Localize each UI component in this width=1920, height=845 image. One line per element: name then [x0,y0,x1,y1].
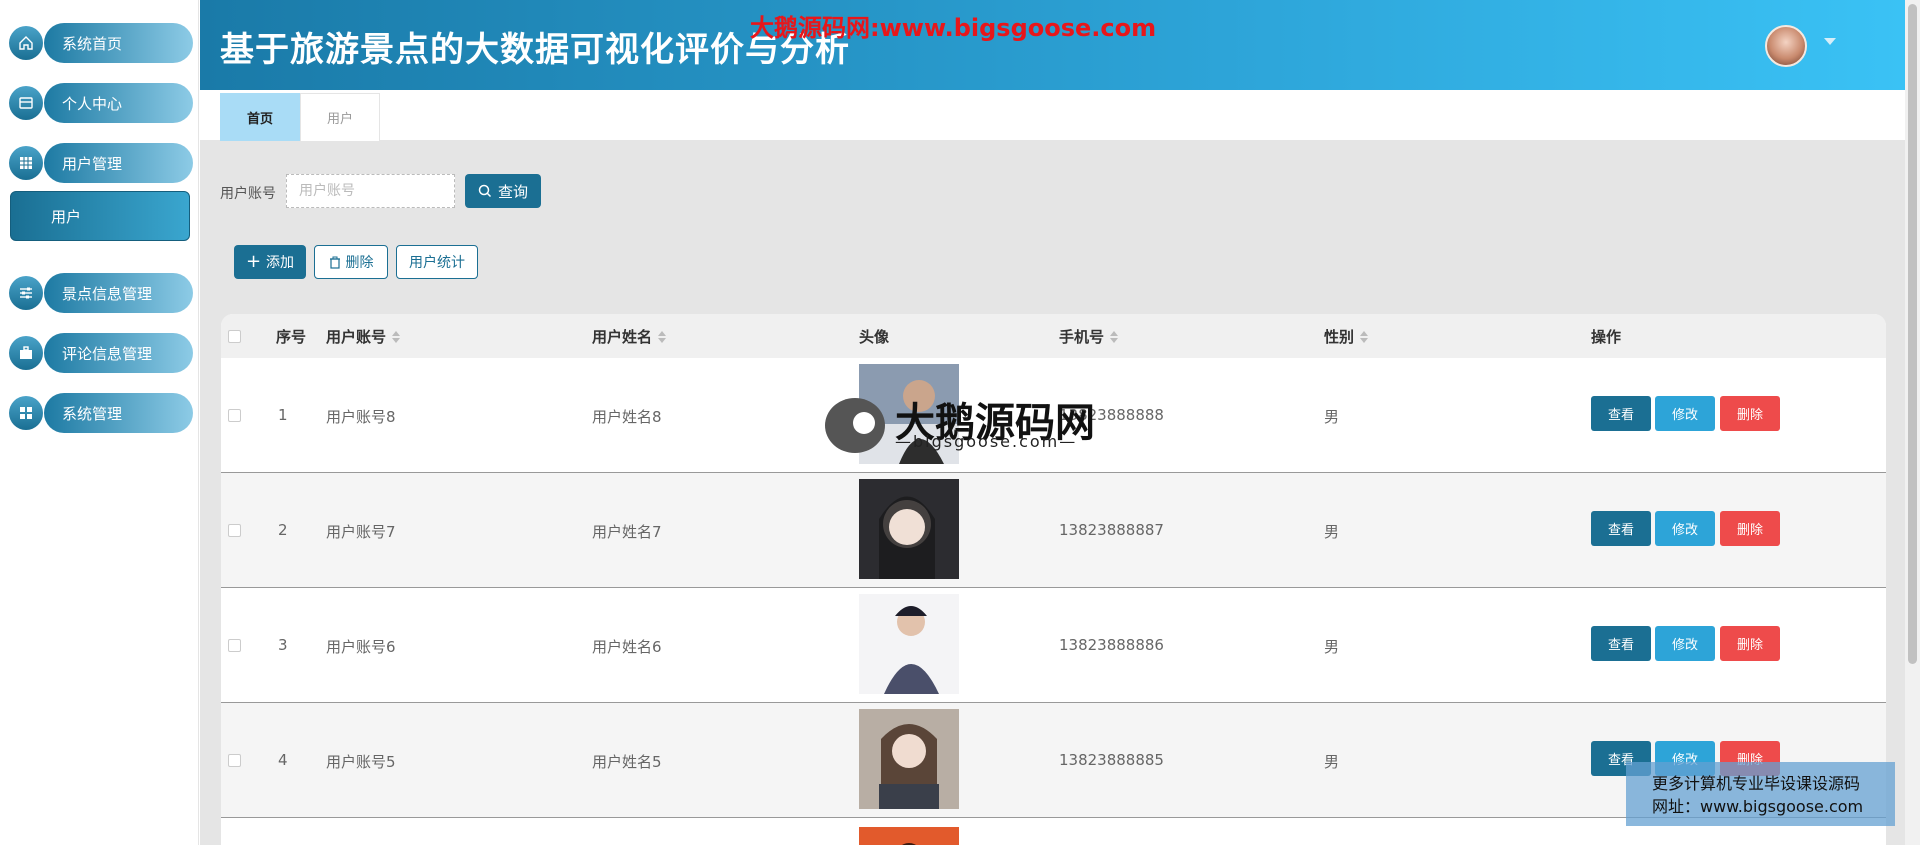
avatar-photo [859,479,959,579]
avatar-photo [859,709,959,809]
view-button[interactable]: 查看 [1591,626,1651,661]
sidebar-item-profile[interactable]: 个人中心 [9,83,193,123]
search-button[interactable]: 查询 [465,174,541,208]
sidebar-subitem-user[interactable]: 用户 [10,191,190,241]
header-no: 序号 [276,328,307,346]
cell-name: 用户姓名5 [592,753,662,771]
view-button[interactable]: 查看 [1591,511,1651,546]
sidebar-item-system[interactable]: 系统管理 [9,393,193,433]
cell-gender: 男 [1324,408,1340,426]
sidebar-item-user-management[interactable]: 用户管理 [9,143,193,183]
vertical-scrollbar[interactable] [1905,0,1920,845]
delete-button[interactable]: 删除 [314,245,388,279]
cell-gender: 男 [1324,523,1340,541]
cell-name: 用户姓名8 [592,408,662,426]
sliders-icon [9,276,43,310]
tab-bar: 首页 用户 [200,90,1905,141]
sidebar-item-attractions[interactable]: 景点信息管理 [9,273,193,313]
top-header: 基于旅游景点的大数据可视化评价与分析 大鹅源码网:www.bigsgoose.c… [200,0,1905,90]
cell-phone: 13823888885 [1059,751,1164,769]
sort-icon[interactable] [1110,330,1119,343]
header-name[interactable]: 用户姓名 [592,326,667,347]
sidebar-item-comments[interactable]: 评论信息管理 [9,333,193,373]
sidebar-item-label: 个人中心 [44,83,193,123]
sort-icon[interactable] [1360,330,1369,343]
cell-gender: 男 [1324,638,1340,656]
cell-name: 用户姓名7 [592,523,662,541]
sidebar-item-label: 系统首页 [44,23,193,63]
scrollbar-thumb[interactable] [1908,4,1917,664]
edit-button[interactable]: 修改 [1655,511,1715,546]
search-button-label: 查询 [497,183,528,201]
row-checkbox[interactable] [228,524,241,537]
sidebar-item-label: 系统管理 [44,393,193,433]
sidebar-item-label: 用户管理 [44,143,193,183]
user-stats-button[interactable]: 用户统计 [396,245,478,279]
row-checkbox[interactable] [228,639,241,652]
sidebar-item-label: 评论信息管理 [44,333,193,373]
main-content: 用户账号 查询 + 添加 删除 用户统计 序号 用户账号 用户姓名 头像 手机号… [200,141,1905,845]
table-row: 2 用户账号7 用户姓名7 13823888887 男 查看 修改 删除 [221,473,1886,588]
add-button-label: 添加 [266,255,295,271]
cell-phone: 13823888887 [1059,521,1164,539]
plus-icon: + [245,251,262,272]
tab-home[interactable]: 首页 [220,93,300,141]
search-input[interactable] [286,174,455,208]
cell-gender: 男 [1324,753,1340,771]
watermark-top: 大鹅源码网:www.bigsgoose.com [750,14,1157,42]
table-header: 序号 用户账号 用户姓名 头像 手机号 性别 操作 [221,314,1886,358]
sidebar: 系统首页 个人中心 用户管理 用户 景点信息管理 评论信息管理 系统管理 [0,0,199,845]
watermark-subtitle: —bigsgoose.com— [895,432,1078,451]
tab-user[interactable]: 用户 [300,93,380,141]
sort-icon[interactable] [658,330,667,343]
apps-icon [9,396,43,430]
cell-no: 1 [278,406,288,424]
cell-account: 用户账号6 [326,638,396,656]
view-button[interactable]: 查看 [1591,396,1651,431]
row-delete-button[interactable]: 删除 [1720,626,1780,661]
cell-no: 3 [278,636,288,654]
header-phone[interactable]: 手机号 [1059,326,1119,347]
delete-button-label: 删除 [345,255,374,271]
grid-icon [9,146,43,180]
home-icon [9,26,43,60]
header-account[interactable]: 用户账号 [326,326,401,347]
edit-button[interactable]: 修改 [1655,626,1715,661]
goose-logo-icon [825,398,885,453]
briefcase-icon [9,336,43,370]
edit-button[interactable]: 修改 [1655,396,1715,431]
cell-name: 用户姓名6 [592,638,662,656]
row-checkbox[interactable] [228,409,241,422]
cell-account: 用户账号7 [326,523,396,541]
cell-account: 用户账号8 [326,408,396,426]
search-icon [478,184,492,198]
avatar[interactable] [1765,25,1807,67]
row-checkbox[interactable] [228,754,241,767]
header-gender[interactable]: 性别 [1324,326,1369,347]
row-delete-button[interactable]: 删除 [1720,511,1780,546]
watermark-box-line1: 更多计算机专业毕设课设源码 [1652,774,1861,793]
sidebar-item-label: 景点信息管理 [44,273,193,313]
chevron-down-icon[interactable] [1824,38,1836,45]
add-button[interactable]: + 添加 [234,245,306,279]
select-all-checkbox[interactable] [228,330,241,343]
row-delete-button[interactable]: 删除 [1720,396,1780,431]
watermark-box-line2: 网址：www.bigsgoose.com [1652,797,1864,816]
watermark-center: 大鹅源码网 —bigsgoose.com— [825,390,1095,460]
sort-icon[interactable] [392,330,401,343]
cell-no: 2 [278,521,288,539]
avatar-photo [859,594,959,694]
search-label: 用户账号 [220,186,276,202]
sidebar-item-home[interactable]: 系统首页 [9,23,193,63]
profile-icon [9,86,43,120]
cell-phone: 13823888886 [1059,636,1164,654]
cell-account: 用户账号5 [326,753,396,771]
cell-no: 4 [278,751,288,769]
table-row: 3 用户账号6 用户姓名6 13823888886 男 查看 修改 删除 [221,588,1886,703]
header-actions: 操作 [1591,328,1622,346]
avatar-photo [859,827,959,845]
watermark-box: 更多计算机专业毕设课设源码 网址：www.bigsgoose.com [1626,762,1895,826]
header-avatar: 头像 [859,328,890,346]
trash-icon [329,256,340,269]
